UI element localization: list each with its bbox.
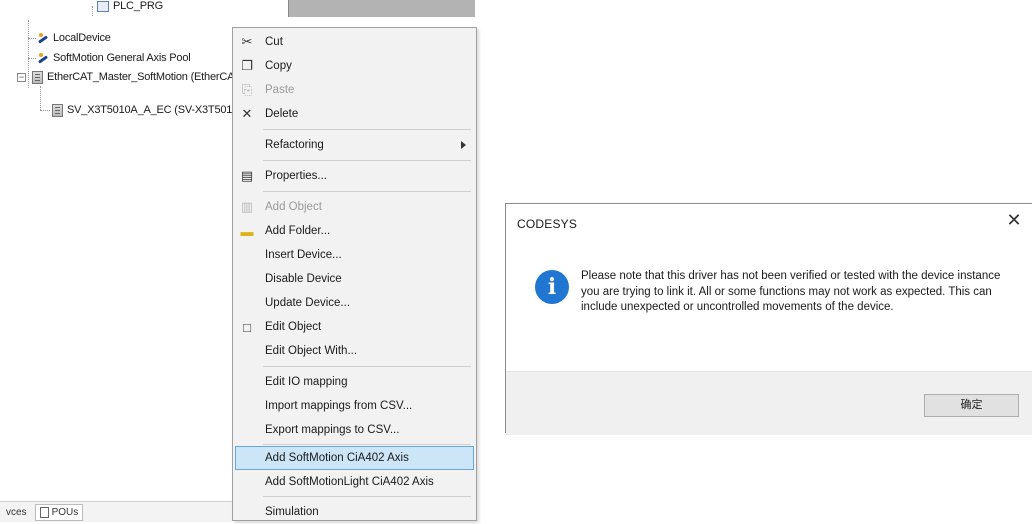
menu-item-label: Edit Object With... [265, 345, 358, 357]
menu-item-simulation[interactable]: Simulation [235, 500, 474, 524]
scissors-icon: ✂ [241, 34, 253, 49]
tree-item-plc-prg[interactable]: PLC_PRG [97, 0, 163, 15]
collapse-expander[interactable]: − [17, 72, 26, 82]
program-icon [97, 0, 109, 12]
tab-pous-label: POUs [51, 506, 79, 518]
tree-line [28, 38, 36, 39]
menu-separator [263, 496, 471, 497]
menu-item-label: Simulation [265, 506, 319, 518]
delete-icon: ✕ [241, 106, 253, 121]
tree-item-softmotion-axis-pool[interactable]: SoftMotion General Axis Pool [37, 49, 191, 67]
codesys-dialog: CODESYS ✕ i Please note that this driver… [505, 203, 1032, 435]
close-icon[interactable]: ✕ [1004, 210, 1024, 230]
tab-pous[interactable]: POUs [34, 503, 84, 521]
tree-item-label: SV_X3T5010A_A_EC (SV-X3T5010A-A [67, 104, 256, 116]
menu-item-label: Edit Object [265, 321, 322, 333]
axis-icon [37, 32, 49, 44]
page-icon [39, 506, 49, 518]
tree-line [28, 58, 36, 59]
tree-item-localdevice[interactable]: LocalDevice [37, 29, 111, 47]
menu-item-refactoring[interactable]: Refactoring [235, 133, 474, 157]
tree-item-label: SoftMotion General Axis Pool [53, 52, 191, 64]
tree-item-sv-x3t5010a[interactable]: SV_X3T5010A_A_EC (SV-X3T5010A-A [52, 101, 256, 119]
menu-item-cut[interactable]: ✂ Cut [235, 30, 474, 54]
ok-button[interactable]: 确定 [924, 394, 1019, 417]
menu-item-label: Import mappings from CSV... [265, 400, 413, 412]
menu-item-add-softmotionlight-cia402-axis[interactable]: Add SoftMotionLight CiA402 Axis [235, 470, 474, 494]
add-object-icon: ▥ [240, 199, 254, 214]
info-icon: i [535, 270, 569, 304]
tree-item-ethercat-master[interactable]: − EtherCAT_Master_SoftMotion (EtherCAT [17, 68, 240, 86]
menu-item-add-folder[interactable]: ▬ Add Folder... [235, 219, 474, 243]
edit-object-icon: □ [243, 319, 251, 335]
tab-devices[interactable]: vces [6, 507, 27, 518]
submenu-arrow-icon [461, 141, 466, 149]
menu-separator [263, 444, 471, 445]
device-tree-panel: PLC_PRG LocalDevice SoftMotion General A… [0, 0, 256, 522]
editor-area-strip [288, 0, 475, 17]
menu-separator [263, 366, 471, 367]
tree-item-label: LocalDevice [53, 32, 111, 44]
menu-item-edit-io-mapping[interactable]: Edit IO mapping [235, 370, 474, 394]
menu-item-label: Cut [265, 36, 283, 48]
menu-item-properties[interactable]: ▤ Properties... [235, 164, 474, 188]
paste-icon: ⎘ [241, 82, 253, 97]
menu-item-label: Export mappings to CSV... [265, 424, 400, 436]
context-menu: ✂ Cut ❐ Copy ⎘ Paste ✕ Delete Refactorin… [232, 27, 477, 521]
menu-item-label: Paste [265, 84, 295, 96]
menu-item-import-mappings[interactable]: Import mappings from CSV... [235, 394, 474, 418]
menu-item-label: Insert Device... [265, 249, 342, 261]
menu-item-delete[interactable]: ✕ Delete [235, 102, 474, 126]
tree-line [40, 86, 41, 110]
menu-item-label: Update Device... [265, 297, 351, 309]
menu-item-copy[interactable]: ❐ Copy [235, 54, 474, 78]
tree-item-label: PLC_PRG [113, 0, 163, 12]
copy-icon: ❐ [241, 58, 253, 73]
folder-icon: ▬ [240, 223, 254, 239]
menu-item-label: Edit IO mapping [265, 376, 348, 388]
axis-icon [37, 52, 49, 64]
menu-item-paste[interactable]: ⎘ Paste [235, 78, 474, 102]
menu-item-label: Copy [265, 60, 292, 72]
menu-item-label: Add Folder... [265, 225, 331, 237]
menu-item-label: Add SoftMotion CiA402 Axis [265, 452, 409, 464]
menu-item-label: Add SoftMotionLight CiA402 Axis [265, 476, 434, 488]
menu-item-export-mappings[interactable]: Export mappings to CSV... [235, 418, 474, 442]
menu-item-label: Delete [265, 108, 299, 120]
menu-separator [263, 160, 471, 161]
device-icon [32, 70, 43, 84]
panel-tab-bar: vces POUs [0, 501, 232, 522]
device-icon [52, 103, 63, 117]
dialog-footer: 确定 [506, 371, 1032, 435]
tree-line [40, 110, 50, 111]
menu-item-insert-device[interactable]: Insert Device... [235, 243, 474, 267]
properties-icon: ▤ [240, 168, 254, 183]
menu-item-label: Disable Device [265, 273, 342, 285]
menu-item-add-object[interactable]: ▥ Add Object [235, 195, 474, 219]
menu-item-edit-object[interactable]: □ Edit Object [235, 315, 474, 339]
menu-item-add-softmotion-cia402-axis[interactable]: Add SoftMotion CiA402 Axis [235, 446, 474, 470]
menu-item-edit-object-with[interactable]: Edit Object With... [235, 339, 474, 363]
tree-line [92, 6, 93, 16]
menu-item-update-device[interactable]: Update Device... [235, 291, 474, 315]
menu-separator [263, 129, 471, 130]
menu-item-label: Properties... [265, 170, 327, 182]
menu-item-disable-device[interactable]: Disable Device [235, 267, 474, 291]
menu-item-label: Refactoring [265, 139, 324, 151]
menu-item-label: Add Object [265, 201, 322, 213]
menu-separator [263, 191, 471, 192]
dialog-title: CODESYS [517, 217, 578, 231]
dialog-message: Please note that this driver has not bee… [581, 270, 1001, 313]
tree-item-label: EtherCAT_Master_SoftMotion (EtherCAT [47, 71, 240, 83]
